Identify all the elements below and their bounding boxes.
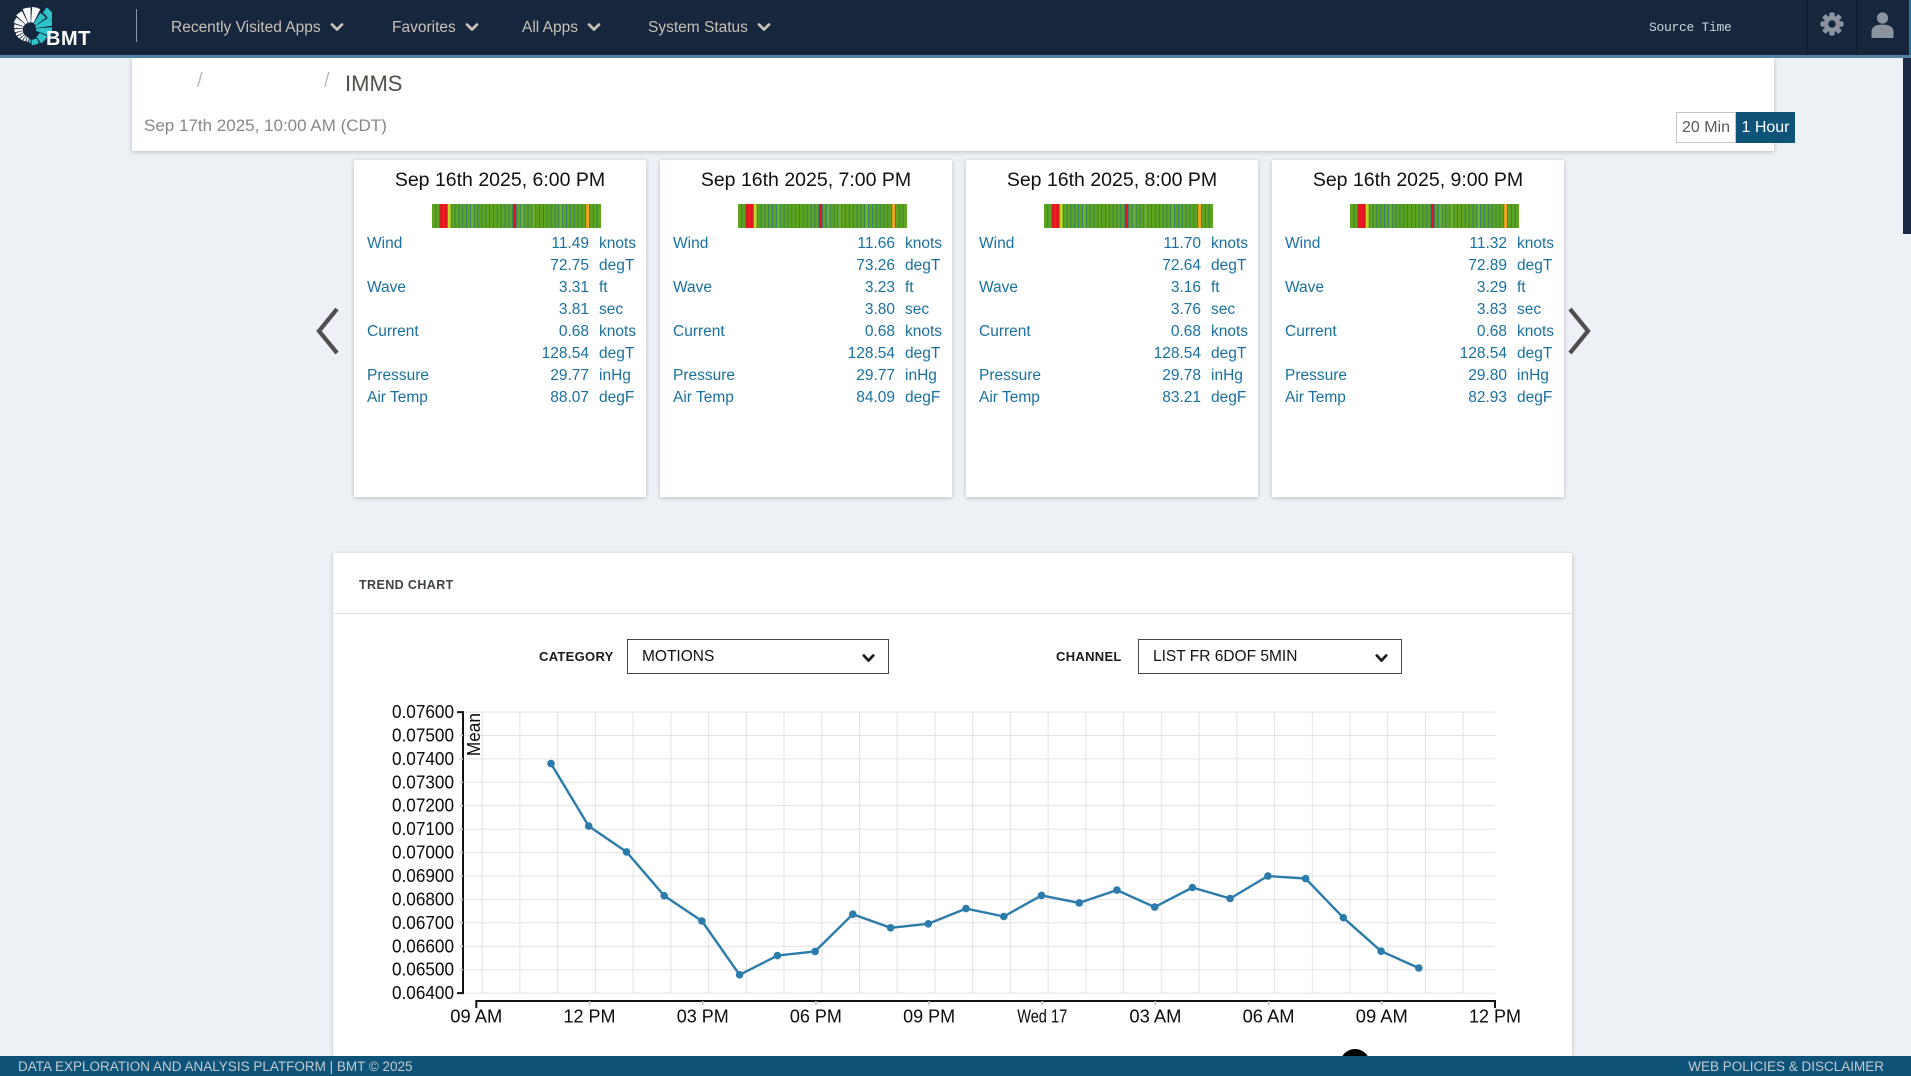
svg-text:0.06800: 0.06800	[392, 888, 454, 909]
svg-text:0.07400: 0.07400	[392, 748, 454, 769]
svg-text:09 AM: 09 AM	[1356, 1006, 1408, 1027]
svg-text:09 PM: 09 PM	[903, 1006, 955, 1027]
svg-text:Wed 17: Wed 17	[1017, 1006, 1067, 1027]
svg-text:0.06600: 0.06600	[392, 935, 454, 956]
svg-text:0.06700: 0.06700	[392, 912, 454, 933]
svg-text:06 AM: 06 AM	[1243, 1006, 1295, 1027]
svg-text:0.07600: 0.07600	[392, 701, 454, 722]
svg-text:0.06400: 0.06400	[392, 982, 454, 1003]
svg-text:0.06900: 0.06900	[392, 865, 454, 886]
svg-text:0.07200: 0.07200	[392, 795, 454, 816]
svg-text:Mean: Mean	[463, 713, 484, 756]
svg-text:09 AM: 09 AM	[450, 1006, 502, 1027]
svg-text:12 PM: 12 PM	[564, 1006, 616, 1027]
svg-text:0.07100: 0.07100	[392, 818, 454, 839]
svg-text:0.07500: 0.07500	[392, 725, 454, 746]
svg-text:0.06500: 0.06500	[392, 959, 454, 980]
svg-text:12 PM: 12 PM	[1469, 1006, 1521, 1027]
svg-text:0.07300: 0.07300	[392, 771, 454, 792]
svg-text:03 PM: 03 PM	[677, 1006, 729, 1027]
svg-text:0.07000: 0.07000	[392, 842, 454, 863]
svg-text:03 AM: 03 AM	[1129, 1006, 1181, 1027]
svg-text:06 PM: 06 PM	[790, 1006, 842, 1027]
